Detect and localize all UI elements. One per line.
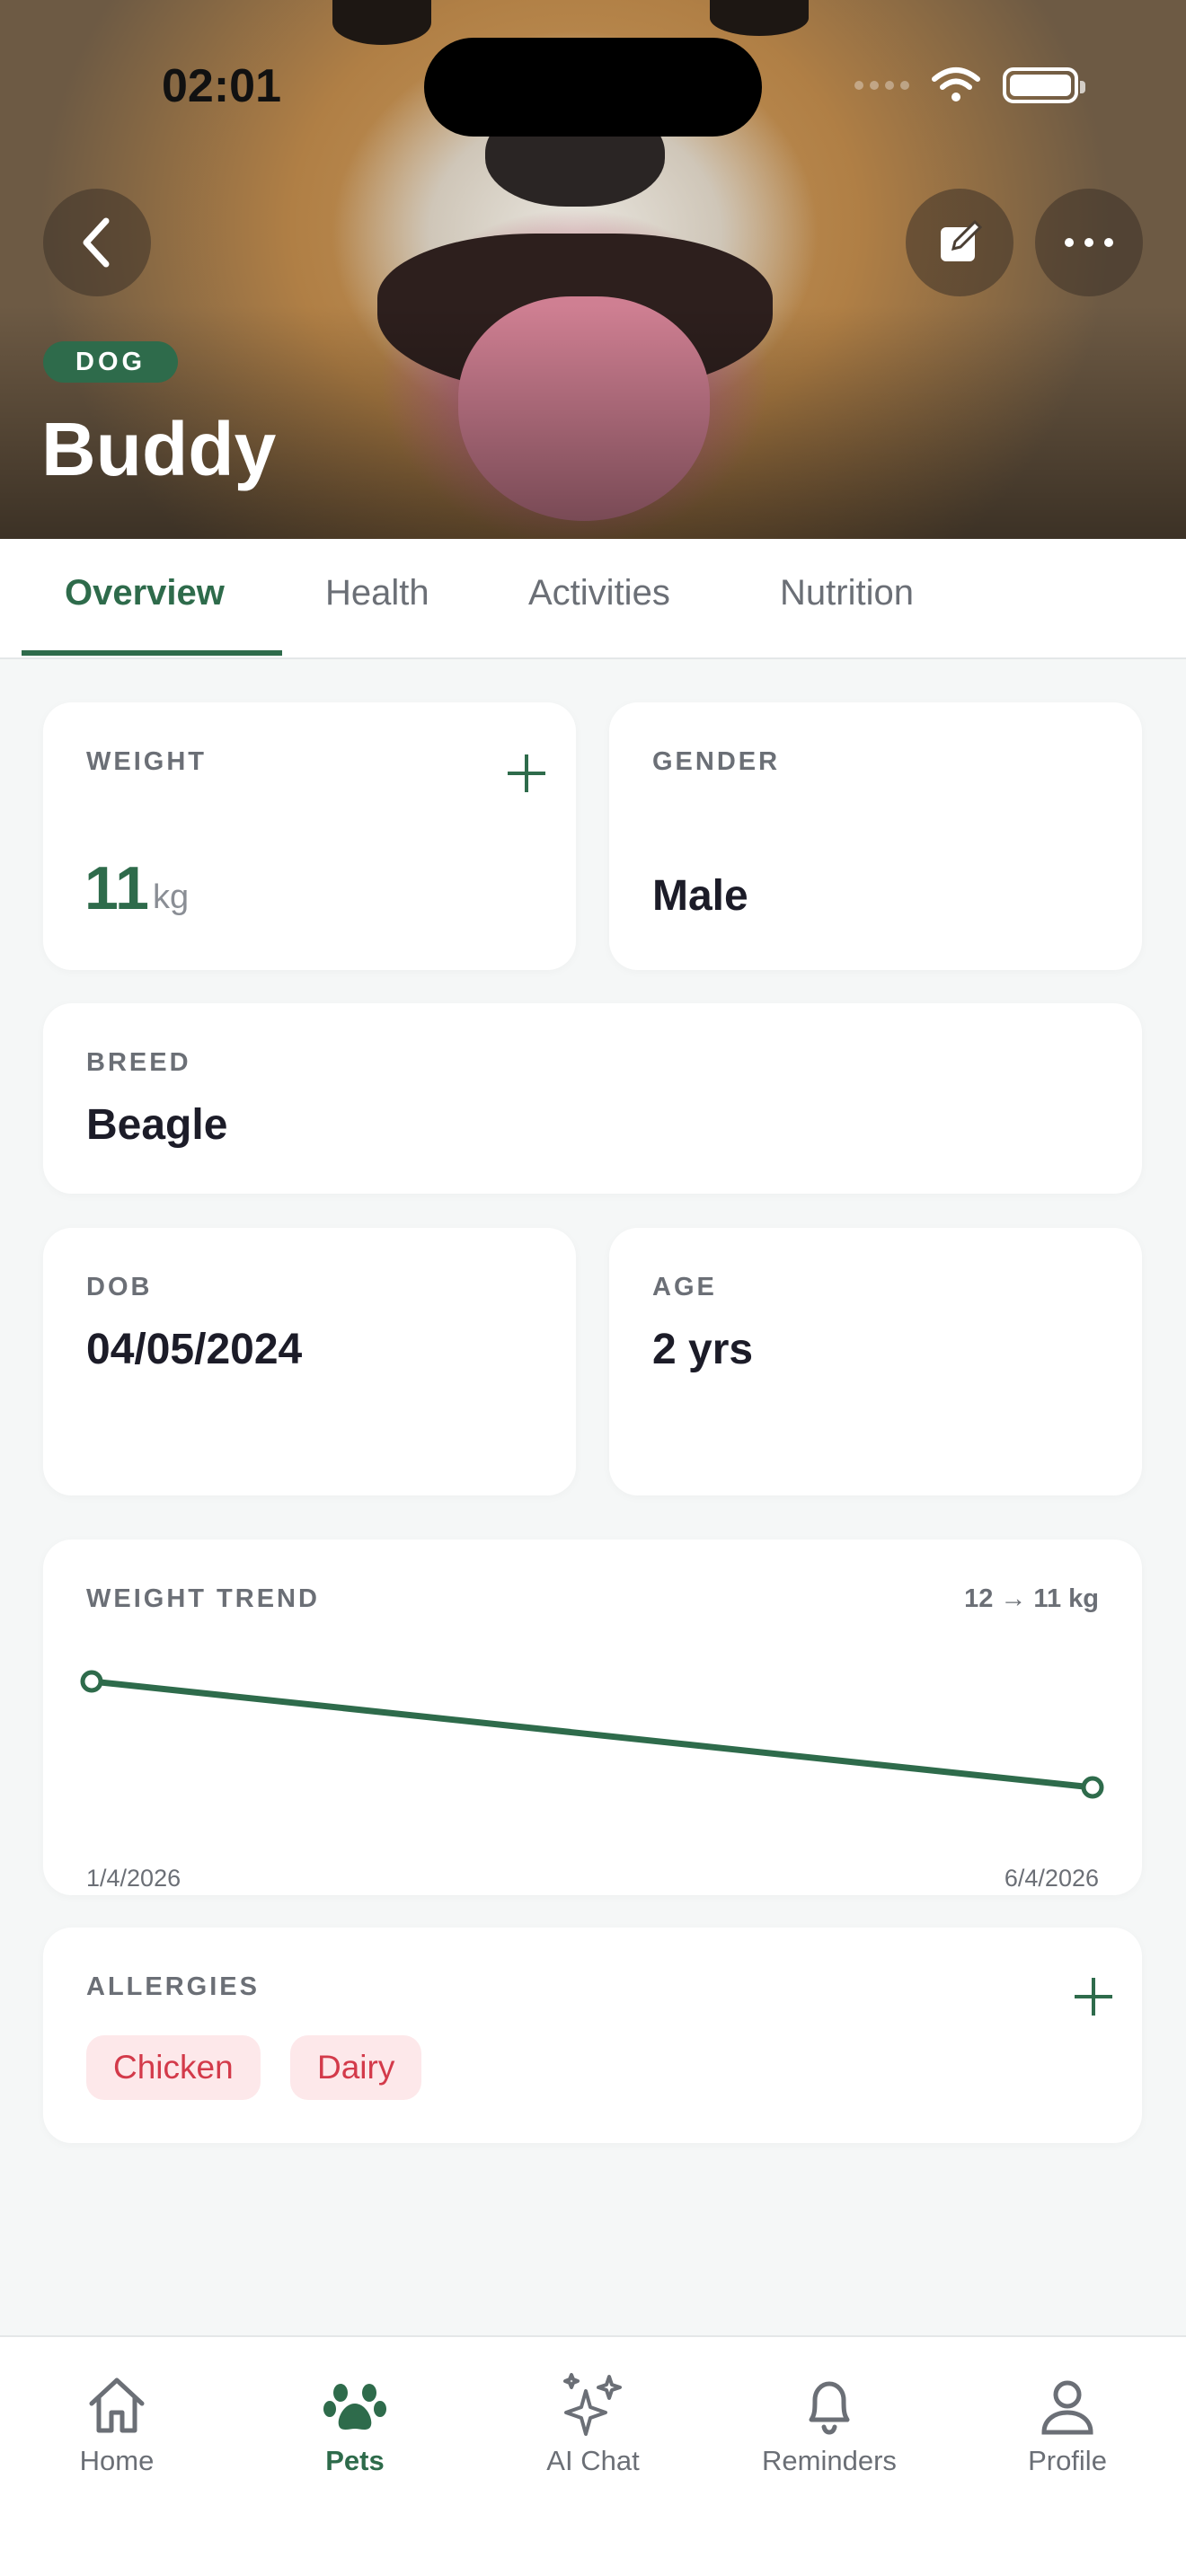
nav-ai-chat[interactable]: AI Chat: [503, 2369, 683, 2477]
gender-label: GENDER: [652, 747, 781, 776]
bottom-nav: Home Pets AI Chat Reminders Profile: [0, 2335, 1186, 2576]
gender-value: Male: [652, 872, 748, 920]
dob-value: 04/05/2024: [86, 1326, 303, 1373]
trend-line: [88, 1678, 1096, 1791]
trend-start-date: 1/4/2026: [86, 1865, 181, 1892]
weight-trend-card: WEIGHT TREND 12 → 11 kg 1/4/2026 6/4/202…: [43, 1539, 1142, 1895]
age-value: 2 yrs: [652, 1326, 754, 1373]
pet-photo-eye: [332, 0, 431, 45]
home-icon: [81, 2369, 153, 2441]
trend-point: [1081, 1776, 1104, 1799]
breed-value: Beagle: [86, 1101, 228, 1149]
add-weight-button[interactable]: [506, 753, 547, 794]
age-card: AGE 2 yrs: [609, 1228, 1142, 1495]
nav-pets[interactable]: Pets: [265, 2369, 445, 2477]
trend-end-date: 6/4/2026: [1004, 1865, 1099, 1892]
tab-overview[interactable]: Overview: [65, 573, 225, 613]
nav-profile-label: Profile: [1028, 2445, 1107, 2476]
person-icon: [1031, 2369, 1103, 2441]
more-icon: [1065, 238, 1113, 247]
trend-point: [80, 1670, 103, 1693]
nav-reminders-label: Reminders: [762, 2445, 897, 2476]
tab-nutrition[interactable]: Nutrition: [780, 573, 914, 613]
cellular-icon: [854, 81, 909, 90]
battery-icon: [1003, 67, 1085, 103]
allergy-chip[interactable]: Dairy: [290, 2035, 422, 2100]
wifi-icon: [932, 67, 980, 101]
sparkles-icon: [557, 2369, 629, 2441]
breed-card: BREED Beagle: [43, 1003, 1142, 1194]
nav-home-label: Home: [79, 2445, 155, 2476]
nav-pets-label: Pets: [325, 2445, 385, 2476]
allergies-card: ALLERGIES Chicken Dairy: [43, 1928, 1142, 2143]
weight-unit: kg: [153, 878, 190, 916]
more-button[interactable]: [1035, 189, 1143, 296]
weight-trend-range: 12 → 11 kg: [964, 1584, 1099, 1613]
status-time: 02:01: [162, 60, 281, 112]
age-label: AGE: [652, 1273, 717, 1301]
active-tab-indicator: [22, 650, 282, 656]
dob-card: DOB 04/05/2024: [43, 1228, 576, 1495]
weight-trend-chart: [80, 1670, 1104, 1799]
allergies-label: ALLERGIES: [86, 1972, 260, 2001]
breed-label: BREED: [86, 1048, 191, 1077]
tab-health[interactable]: Health: [325, 573, 429, 613]
chevron-left-icon: [83, 217, 110, 268]
tab-bar: Overview Health Activities Nutrition: [0, 539, 1186, 659]
nav-reminders[interactable]: Reminders: [739, 2369, 919, 2477]
edit-button[interactable]: [906, 189, 1013, 296]
species-badge: DOG: [43, 341, 179, 383]
tab-activities[interactable]: Activities: [528, 573, 670, 613]
weight-trend-label: WEIGHT TREND: [86, 1584, 320, 1613]
nav-profile[interactable]: Profile: [978, 2369, 1157, 2477]
gender-card: GENDER Male: [609, 702, 1142, 970]
pet-hero: 02:01 DOG Buddy: [0, 0, 1186, 539]
weight-value: 11: [84, 854, 149, 922]
add-allergy-button[interactable]: [1073, 1976, 1114, 2017]
bell-icon: [793, 2369, 865, 2441]
pet-name: Buddy: [41, 407, 277, 491]
dynamic-island: [424, 38, 762, 137]
pet-photo-eye: [710, 0, 809, 36]
edit-icon: [941, 219, 983, 261]
dob-label: DOB: [86, 1273, 153, 1301]
weight-card: WEIGHT 11 kg: [43, 702, 576, 970]
status-icons: [854, 66, 1085, 104]
paw-icon: [319, 2369, 391, 2441]
nav-home[interactable]: Home: [27, 2369, 207, 2477]
back-button[interactable]: [43, 189, 151, 296]
nav-ai-chat-label: AI Chat: [546, 2445, 640, 2476]
allergy-chip[interactable]: Chicken: [86, 2035, 261, 2100]
weight-label: WEIGHT: [86, 747, 207, 776]
